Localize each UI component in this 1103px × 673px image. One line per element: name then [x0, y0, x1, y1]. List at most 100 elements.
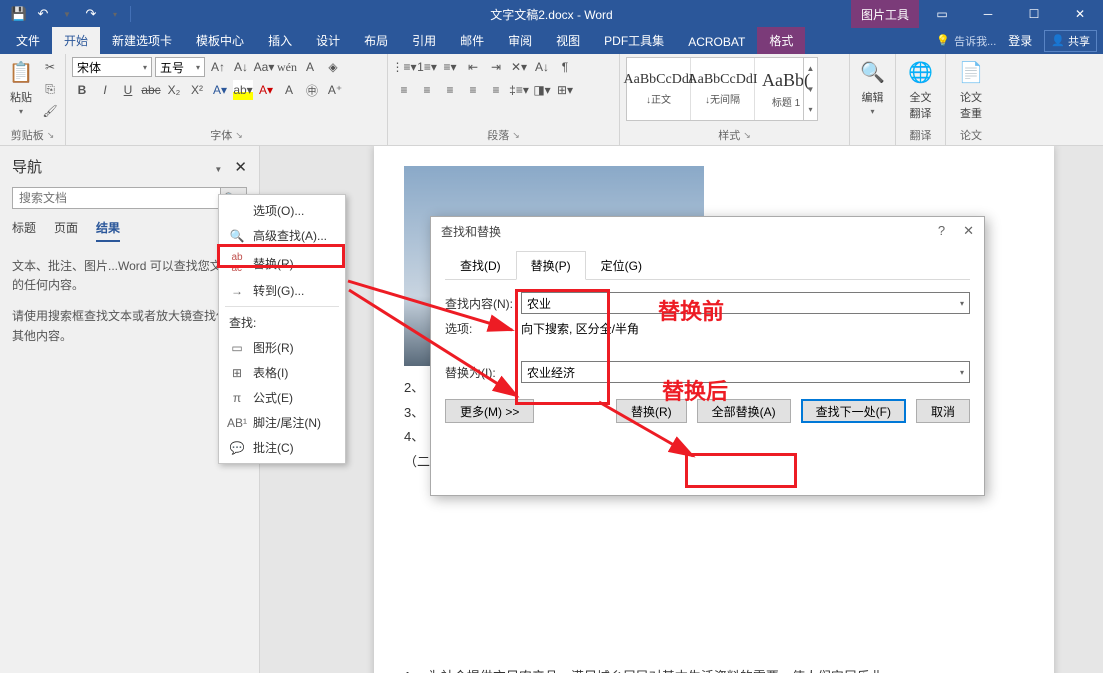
enclose-icon[interactable]: ㊥	[302, 80, 322, 100]
font-name-combobox[interactable]: 宋体▾	[72, 57, 152, 77]
shrink-font-icon[interactable]: A↓	[231, 57, 251, 77]
indent-inc-icon[interactable]: ⇥	[486, 57, 506, 77]
translate-button[interactable]: 🌐全文 翻译	[902, 57, 939, 121]
tab-mailings[interactable]: 邮件	[448, 27, 496, 54]
nav-tab-results[interactable]: 结果	[96, 219, 120, 242]
share-button[interactable]: 👤共享	[1044, 30, 1097, 52]
tab-view[interactable]: 视图	[544, 27, 592, 54]
indent-dec-icon[interactable]: ⇤	[463, 57, 483, 77]
editing-button[interactable]: 🔍编辑▾	[856, 57, 889, 116]
menu-find-footnote[interactable]: AB¹脚注/尾注(N)	[219, 410, 345, 435]
phonetic-icon[interactable]: wén	[277, 57, 297, 77]
dialog-tab-find[interactable]: 查找(D)	[445, 251, 516, 280]
dialog-titlebar[interactable]: 查找和替换 ?✕	[431, 217, 984, 245]
dialog-launcher-icon[interactable]: ↘	[47, 130, 55, 141]
subscript-button[interactable]: X₂	[164, 80, 184, 100]
undo-dropdown-icon[interactable]: ▼	[56, 3, 78, 25]
bullets-icon[interactable]: ⋮≡▾	[394, 57, 414, 77]
style-gallery[interactable]: AaBbCcDdI↓正文 AaBbCcDdI↓无间隔 AaBb(标题 1 ▲▼▾	[626, 57, 818, 121]
format-painter-icon[interactable]: 🖌	[40, 101, 60, 121]
shading-icon[interactable]: ◨▾	[532, 80, 552, 100]
sort-icon[interactable]: A↓	[532, 57, 552, 77]
numbering-icon[interactable]: 1≡▾	[417, 57, 437, 77]
tab-design[interactable]: 设计	[304, 27, 352, 54]
save-icon[interactable]: 💾	[8, 3, 30, 25]
cut-icon[interactable]: ✂	[40, 57, 60, 77]
replace-all-button[interactable]: 全部替换(A)	[697, 399, 791, 423]
menu-replace[interactable]: abac替换(R)...	[219, 248, 345, 278]
italic-button[interactable]: I	[95, 80, 115, 100]
gallery-scroll[interactable]: ▲▼▾	[803, 58, 817, 120]
ribbon-display-icon[interactable]: ▭	[919, 0, 965, 28]
tab-template[interactable]: 模板中心	[184, 27, 256, 54]
bold-button[interactable]: B	[72, 80, 92, 100]
redo-icon[interactable]: ↷	[80, 3, 102, 25]
distributed-icon[interactable]: ≡	[486, 80, 506, 100]
nav-dropdown-icon[interactable]: ▼	[214, 165, 222, 174]
char-border-icon[interactable]: A	[300, 57, 320, 77]
find-what-input[interactable]: 农业▾	[521, 292, 970, 314]
review-button[interactable]: 📄论文 查重	[952, 57, 990, 121]
line-spacing-icon[interactable]: ‡≡▾	[509, 80, 529, 100]
show-marks-icon[interactable]: ¶	[555, 57, 575, 77]
font-size-combobox[interactable]: 五号▾	[155, 57, 205, 77]
tab-acrobat[interactable]: ACROBAT	[676, 30, 757, 54]
align-center-icon[interactable]: ≡	[417, 80, 437, 100]
tell-me[interactable]: 💡告诉我...	[936, 33, 996, 49]
grow-font-icon[interactable]: A↑	[208, 57, 228, 77]
login-button[interactable]: 登录	[1000, 27, 1040, 54]
tab-insert[interactable]: 插入	[256, 27, 304, 54]
char-scaling-icon[interactable]: A⁺	[325, 80, 345, 100]
minimize-icon[interactable]: ─	[965, 0, 1011, 28]
nav-tab-headings[interactable]: 标题	[12, 219, 36, 242]
justify-icon[interactable]: ≡	[463, 80, 483, 100]
menu-goto[interactable]: →转到(G)...	[219, 278, 345, 303]
chevron-down-icon[interactable]: ▾	[960, 299, 964, 308]
nav-tab-pages[interactable]: 页面	[54, 219, 78, 242]
nav-search-input[interactable]	[13, 188, 220, 208]
style-nospacing[interactable]: AaBbCcDdI↓无间隔	[691, 58, 755, 120]
menu-find-formula[interactable]: π公式(E)	[219, 385, 345, 410]
underline-button[interactable]: U	[118, 80, 138, 100]
qat-customize-icon[interactable]: ▾	[104, 3, 126, 25]
tab-review[interactable]: 审阅	[496, 27, 544, 54]
menu-find-comment[interactable]: 💬批注(C)	[219, 435, 345, 460]
menu-options[interactable]: 选项(O)...	[219, 198, 345, 223]
replace-button[interactable]: 替换(R)	[616, 399, 687, 423]
tab-file[interactable]: 文件	[4, 27, 52, 54]
chevron-down-icon[interactable]: ▾	[960, 368, 964, 377]
tab-layout[interactable]: 布局	[352, 27, 400, 54]
more-button[interactable]: 更多(M) >>	[445, 399, 534, 423]
dialog-launcher-icon[interactable]: ↘	[743, 130, 751, 141]
paste-button[interactable]: 📋 粘贴 ▾	[6, 57, 36, 116]
replace-with-input[interactable]: 农业经济▾	[521, 361, 970, 383]
font-color-icon[interactable]: A▾	[256, 80, 276, 100]
char-shading-icon[interactable]: A	[279, 80, 299, 100]
copy-icon[interactable]: ⎘	[40, 79, 60, 99]
find-next-button[interactable]: 查找下一处(F)	[801, 399, 906, 423]
dialog-close-icon[interactable]: ✕	[963, 223, 974, 239]
menu-find-graphic[interactable]: ▭图形(R)	[219, 335, 345, 360]
tab-references[interactable]: 引用	[400, 27, 448, 54]
tab-home[interactable]: 开始	[52, 27, 100, 54]
close-icon[interactable]: ✕	[1057, 0, 1103, 28]
align-left-icon[interactable]: ≡	[394, 80, 414, 100]
dialog-launcher-icon[interactable]: ↘	[235, 130, 243, 141]
clear-format-icon[interactable]: ◈	[323, 57, 343, 77]
change-case-icon[interactable]: Aa▾	[254, 57, 274, 77]
strike-button[interactable]: abc	[141, 80, 161, 100]
borders-icon[interactable]: ⊞▾	[555, 80, 575, 100]
dialog-launcher-icon[interactable]: ↘	[512, 130, 520, 141]
align-right-icon[interactable]: ≡	[440, 80, 460, 100]
asian-layout-icon[interactable]: ✕▾	[509, 57, 529, 77]
style-normal[interactable]: AaBbCcDdI↓正文	[627, 58, 691, 120]
tab-new[interactable]: 新建选项卡	[100, 27, 184, 54]
maximize-icon[interactable]: ☐	[1011, 0, 1057, 28]
undo-icon[interactable]: ↶	[32, 3, 54, 25]
multilevel-icon[interactable]: ≡▾	[440, 57, 460, 77]
dialog-tab-replace[interactable]: 替换(P)	[516, 251, 586, 280]
menu-find-table[interactable]: ⊞表格(I)	[219, 360, 345, 385]
cancel-button[interactable]: 取消	[916, 399, 970, 423]
superscript-button[interactable]: X²	[187, 80, 207, 100]
highlight-icon[interactable]: ab▾	[233, 80, 253, 100]
